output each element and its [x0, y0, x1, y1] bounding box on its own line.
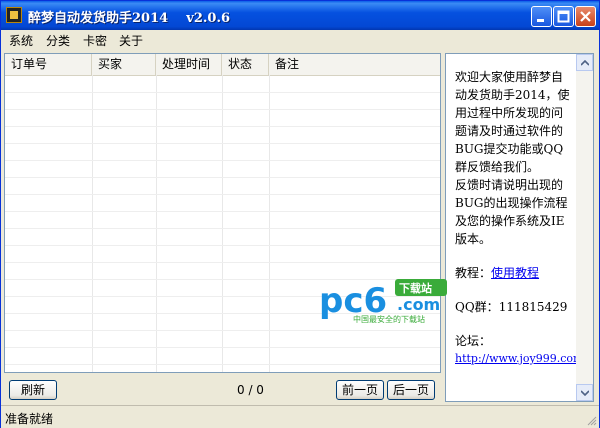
- page-counter: 0 / 0: [237, 383, 264, 397]
- table-header: 订单号 买家 处理时间 状态 备注: [5, 54, 440, 76]
- refresh-button[interactable]: 刷新: [9, 380, 57, 400]
- grid-column-line: [92, 75, 93, 372]
- grid-column-line: [269, 75, 270, 372]
- info-line: BUG提交功能或QQ: [455, 142, 564, 156]
- grid-row-line: [5, 109, 440, 110]
- window-title: 醉梦自动发货助手2014 v2.0.6: [28, 11, 231, 26]
- title-bar[interactable]: 醉梦自动发货助手2014 v2.0.6: [1, 1, 599, 30]
- forum-label: 论坛：: [455, 334, 492, 348]
- tutorial-row: 教程：使用教程: [455, 264, 581, 282]
- grid-row-line: [5, 330, 440, 331]
- info-line: 欢迎大家使用醉梦自: [455, 70, 564, 84]
- info-line: 及您的操作系统及IE: [455, 214, 565, 228]
- qq-row: QQ群：111815429: [455, 298, 581, 316]
- grid-column-line: [156, 75, 157, 372]
- tutorial-link[interactable]: 使用教程: [491, 266, 539, 280]
- info-line: BUG的出现操作流程: [455, 196, 568, 210]
- tutorial-label: 教程：: [455, 266, 492, 280]
- grid-row-line: [5, 245, 440, 246]
- arrow-down-icon: [581, 390, 589, 396]
- grid-row-line: [5, 160, 440, 161]
- menu-category[interactable]: 分类: [46, 32, 70, 49]
- pc6-watermark-logo: pc6 下载站 .com 中国最安全的下载站: [319, 279, 447, 324]
- column-header-time[interactable]: 处理时间: [156, 54, 222, 75]
- close-icon: [580, 11, 591, 22]
- qq-value: 111815429: [498, 300, 568, 314]
- maximize-icon: [557, 10, 570, 23]
- grid-row-line: [5, 177, 440, 178]
- status-text: 准备就绪: [5, 412, 54, 426]
- grid-row-line: [5, 262, 440, 263]
- info-line: 群反馈给我们。: [455, 160, 540, 174]
- watermark-tagline: 中国最安全的下载站: [353, 314, 425, 324]
- app-icon[interactable]: [6, 7, 22, 23]
- grid-row-line: [5, 347, 440, 348]
- grid-row-line: [5, 194, 440, 195]
- menu-system[interactable]: 系统: [9, 32, 33, 49]
- info-scrollbar[interactable]: [576, 54, 593, 401]
- status-bar: 准备就绪: [1, 405, 599, 428]
- qq-label: QQ群：: [455, 300, 499, 314]
- scroll-up-button[interactable]: [576, 54, 593, 71]
- close-button[interactable]: [575, 6, 596, 27]
- info-line: 版本。: [455, 232, 492, 246]
- info-line: 用过程中所发现的问: [455, 106, 564, 120]
- info-line: 反馈时请说明出现的: [455, 178, 564, 192]
- scroll-down-button[interactable]: [576, 384, 593, 401]
- menu-card-key[interactable]: 卡密: [83, 32, 107, 49]
- info-line: 动发货助手2014，使: [455, 88, 570, 102]
- column-header-status[interactable]: 状态: [222, 54, 269, 75]
- arrow-up-icon: [581, 60, 589, 66]
- forum-link[interactable]: http://www.joy999.com: [455, 350, 583, 368]
- next-page-button[interactable]: 后一页: [387, 380, 435, 400]
- grid-row-line: [5, 211, 440, 212]
- info-line: 题请及时通过软件的: [455, 124, 564, 138]
- column-header-remark[interactable]: 备注: [269, 54, 440, 75]
- resize-grip-icon[interactable]: [585, 414, 597, 426]
- grid-row-line: [5, 364, 440, 365]
- minimize-button[interactable]: [531, 6, 552, 27]
- grid-column-line: [222, 75, 223, 372]
- info-panel: 欢迎大家使用醉梦自 动发货助手2014，使 用过程中所发现的问 题请及时通过软件…: [445, 53, 594, 402]
- minimize-icon: [537, 19, 544, 22]
- watermark-badge-text: 下载站: [399, 281, 432, 295]
- grid-row-line: [5, 126, 440, 127]
- main-window: 醉梦自动发货助手2014 v2.0.6 系统 分类 卡密 关于 订单号 买家 处…: [0, 0, 600, 428]
- watermark-domain: .com: [397, 295, 440, 314]
- orders-table[interactable]: 订单号 买家 处理时间 状态 备注: [4, 53, 441, 373]
- maximize-button[interactable]: [553, 6, 574, 27]
- grid-row-line: [5, 143, 440, 144]
- grid-row-line: [5, 92, 440, 93]
- prev-page-button[interactable]: 前一页: [336, 380, 384, 400]
- menu-about[interactable]: 关于: [119, 32, 143, 49]
- menu-bar: 系统 分类 卡密 关于: [1, 30, 599, 50]
- grid-row-line: [5, 228, 440, 229]
- info-text: 欢迎大家使用醉梦自 动发货助手2014，使 用过程中所发现的问 题请及时通过软件…: [455, 68, 583, 368]
- column-header-buyer[interactable]: 买家: [92, 54, 156, 75]
- column-header-order-id[interactable]: 订单号: [5, 54, 92, 75]
